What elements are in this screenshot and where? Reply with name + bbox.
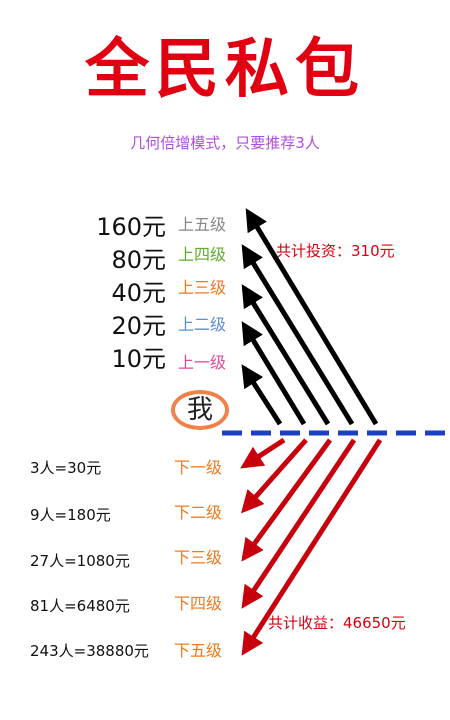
arrow-diagram (222, 208, 450, 656)
down-arrow-2 (241, 438, 308, 514)
up-arrow-5 (245, 208, 379, 426)
down-arrow-1 (240, 437, 286, 469)
down-arrow-5 (241, 438, 383, 656)
up-arrow-3 (241, 284, 331, 426)
down-arrow-4 (241, 438, 357, 609)
